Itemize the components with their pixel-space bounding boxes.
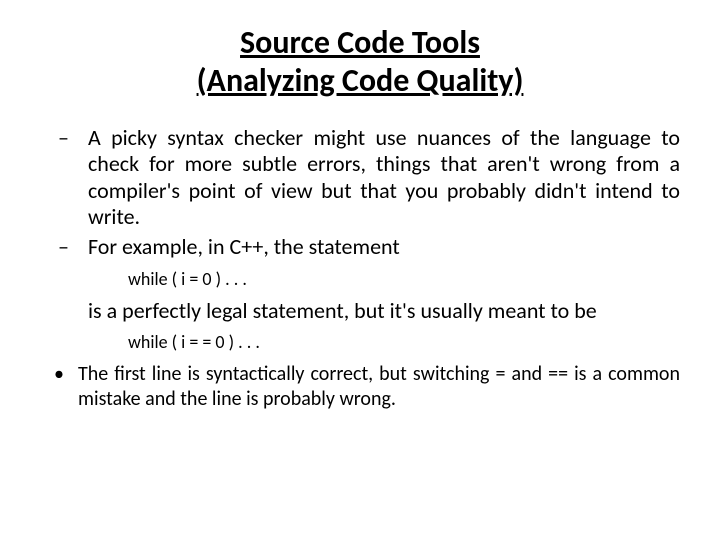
list-item: • The first line is syntactically correc… bbox=[40, 362, 680, 412]
dash-marker: – bbox=[40, 125, 88, 231]
title-line-1: Source Code Tools bbox=[240, 23, 480, 62]
dash-marker: – bbox=[40, 234, 88, 260]
list-item-text: For example, in C++, the statement bbox=[88, 234, 680, 260]
slide-title: Source Code Tools (Analyzing Code Qualit… bbox=[40, 24, 680, 101]
list-item: – For example, in C++, the statement bbox=[40, 234, 680, 260]
code-example-1: while ( i = 0 ) . . . bbox=[128, 267, 680, 292]
bullet-marker: • bbox=[40, 362, 78, 412]
title-line-2: (Analyzing Code Quality) bbox=[40, 62, 680, 100]
list-item-text: A picky syntax checker might use nuances… bbox=[88, 125, 680, 231]
bullet-list: – A picky syntax checker might use nuanc… bbox=[40, 125, 680, 412]
list-item: – A picky syntax checker might use nuanc… bbox=[40, 125, 680, 231]
list-item-text: The first line is syntactically correct,… bbox=[78, 362, 680, 412]
code-example-2: while ( i = = 0 ) . . . bbox=[128, 330, 680, 355]
followup-text-1: is a perfectly legal statement, but it's… bbox=[88, 298, 680, 324]
